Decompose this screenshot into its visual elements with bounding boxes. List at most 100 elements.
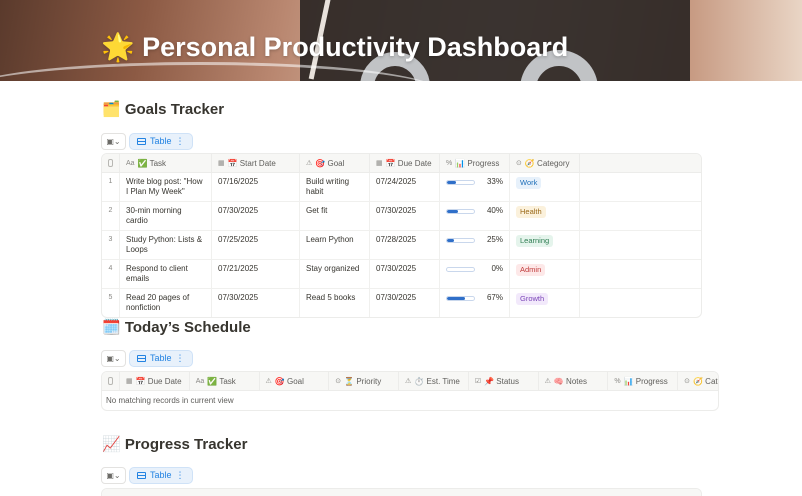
property-type-icon: ⚠ xyxy=(265,378,272,385)
progress-bar xyxy=(446,208,475,214)
goal-cell[interactable]: Learn Python xyxy=(300,231,370,259)
start-date-cell[interactable]: 07/16/2025 xyxy=(212,173,300,201)
progress-bar-fill xyxy=(447,296,465,300)
table-row[interactable]: 4 Respond to client emails 07/21/2025 Stay … xyxy=(102,260,701,289)
property-type-icon: ☑ xyxy=(474,378,482,385)
more-icon: ⋮ xyxy=(175,135,185,146)
column-header[interactable]: % 📊 Progress xyxy=(440,154,510,172)
due-date-cell[interactable]: 07/30/2025 xyxy=(370,202,440,230)
chevron-down-icon: ⌄ xyxy=(113,470,121,480)
task-cell[interactable]: Respond to client emails xyxy=(120,260,212,288)
column-header[interactable]: ⊙🧭 Cate xyxy=(678,372,718,390)
column-label: 🧭 Category xyxy=(524,158,570,168)
goal-cell[interactable]: Stay organized xyxy=(300,260,370,288)
view-switcher-button[interactable]: ▣ ⌄ xyxy=(101,132,126,150)
schedule-view-bar: ▣ ⌄ Table ⋮ xyxy=(101,349,193,367)
task-cell[interactable]: Write blog post: "How I Plan My Week" xyxy=(120,173,212,201)
column-header[interactable]: ▦ 📅 Due Date xyxy=(370,154,440,172)
progress-cell[interactable]: 40% xyxy=(440,202,510,230)
table-row[interactable]: 2 30-min morning cardio 07/30/2025 Get fit 0… xyxy=(102,202,701,231)
column-header[interactable]: ☑ 📌 Status xyxy=(469,372,539,390)
row-filler xyxy=(580,202,701,230)
column-header[interactable]: ▦ 📅 Start Date xyxy=(212,154,300,172)
progress-view-bar: ▣ ⌄ Table ⋮ xyxy=(101,466,193,484)
progress-table-view-tab[interactable]: Table ⋮ xyxy=(129,466,193,484)
progress-cell[interactable]: 25% xyxy=(440,231,510,259)
property-type-icon: ⊙ xyxy=(684,378,690,385)
category-cell[interactable]: Learning xyxy=(510,231,580,259)
goals-view-bar: ▣ ⌄ Table ⋮ xyxy=(101,132,193,150)
category-cell[interactable]: Admin xyxy=(510,260,580,288)
more-icon: ⋮ xyxy=(175,469,185,480)
schedule-table-header: ▦ 📅 Due Date Aa ✅ Task ⚠ 🎯 Goal ⊙ ⏳ Priority ⚠ ⏱️… xyxy=(102,372,718,391)
goal-cell[interactable]: Get fit xyxy=(300,202,370,230)
task-cell[interactable]: Read 20 pages of nonfiction xyxy=(120,289,212,317)
due-date-cell[interactable]: 07/24/2025 xyxy=(370,173,440,201)
progress-table xyxy=(101,488,702,496)
progress-percent: 33% xyxy=(486,177,503,186)
property-type-icon: Aa xyxy=(195,377,205,385)
property-type-icon: ⚠ xyxy=(405,378,412,385)
chevron-down-icon: ⌄ xyxy=(113,136,121,146)
column-label: ⏳ Priority xyxy=(344,376,382,386)
start-date-cell[interactable]: 07/30/2025 xyxy=(212,289,300,317)
table-row[interactable]: 1 Write blog post: "How I Plan My Week" 07… xyxy=(102,173,701,202)
table-row[interactable]: 3 Study Python: Lists & Loops 07/25/2025 Le… xyxy=(102,231,701,260)
progress-cell[interactable]: 33% xyxy=(440,173,510,201)
column-header[interactable]: ⚠ 🧠 Notes xyxy=(539,372,609,390)
goal-cell[interactable]: Build writing habit xyxy=(300,173,370,201)
column-header[interactable]: ⚠ ⏱️ Est. Time xyxy=(399,372,469,390)
category-tag: Growth xyxy=(516,293,549,305)
progress-bar xyxy=(446,179,475,185)
start-date-cell[interactable]: 07/30/2025 xyxy=(212,202,300,230)
table-row[interactable]: 5 Read 20 pages of nonfiction 07/30/2025 Re… xyxy=(102,289,701,317)
task-cell[interactable]: 30-min morning cardio xyxy=(120,202,212,230)
column-label: 📊 Progress xyxy=(623,376,668,386)
header-filler xyxy=(580,154,701,172)
database-icon: ▣ xyxy=(106,470,114,480)
schedule-table-view-tab[interactable]: Table ⋮ xyxy=(129,349,193,367)
progress-percent: 25% xyxy=(486,235,503,244)
column-header[interactable]: ⚠ 🎯 Goal xyxy=(300,154,370,172)
empty-state-text: No matching records in current view xyxy=(106,396,234,405)
column-label: 🧭 Cate xyxy=(692,376,718,386)
start-date-cell[interactable]: 07/21/2025 xyxy=(212,260,300,288)
column-label: 📅 Due Date xyxy=(135,376,182,386)
column-label: 🎯 Goal xyxy=(315,158,345,168)
view-switcher-button[interactable]: ▣ ⌄ xyxy=(101,466,126,484)
column-header[interactable]: ⊙ ⏳ Priority xyxy=(329,372,400,390)
select-all-checkbox[interactable] xyxy=(102,372,120,390)
category-cell[interactable]: Growth xyxy=(510,289,580,317)
schedule-table: ▦ 📅 Due Date Aa ✅ Task ⚠ 🎯 Goal ⊙ ⏳ Priority ⚠ ⏱️… xyxy=(101,371,719,411)
start-date-cell[interactable]: 07/25/2025 xyxy=(212,231,300,259)
column-header[interactable]: Aa ✅ Task xyxy=(190,372,260,390)
progress-percent: 40% xyxy=(486,206,503,215)
due-date-cell[interactable]: 07/28/2025 xyxy=(370,231,440,259)
goals-table-view-tab[interactable]: Table ⋮ xyxy=(129,132,193,150)
column-header[interactable]: % 📊 Progress xyxy=(608,372,679,390)
column-label: 🎯 Goal xyxy=(274,376,304,386)
category-cell[interactable]: Work xyxy=(510,173,580,201)
progress-bar-fill xyxy=(447,180,456,184)
due-date-cell[interactable]: 07/30/2025 xyxy=(370,289,440,317)
progress-cell[interactable]: 67% xyxy=(440,289,510,317)
property-type-icon: ▦ xyxy=(376,160,383,167)
select-all-checkbox[interactable] xyxy=(102,154,120,172)
view-switcher-button[interactable]: ▣ ⌄ xyxy=(101,349,126,367)
category-tag: Work xyxy=(516,177,542,189)
database-icon: ▣ xyxy=(106,136,114,146)
due-date-cell[interactable]: 07/30/2025 xyxy=(370,260,440,288)
progress-cell[interactable]: 0% xyxy=(440,260,510,288)
column-header[interactable]: ▦ 📅 Due Date xyxy=(120,372,190,390)
column-header[interactable]: ⊙ 🧭 Category xyxy=(510,154,580,172)
progress-percent: 67% xyxy=(486,293,503,302)
column-header[interactable]: ⚠ 🎯 Goal xyxy=(260,372,330,390)
task-cell[interactable]: Study Python: Lists & Loops xyxy=(120,231,212,259)
property-type-icon: ⚠ xyxy=(306,160,313,167)
page-title: 🌟 Personal Productivity Dashboard xyxy=(101,32,569,62)
progress-table-header xyxy=(102,489,701,496)
goal-cell[interactable]: Read 5 books xyxy=(300,289,370,317)
column-header[interactable]: Aa ✅ Task xyxy=(120,154,212,172)
progress-bar xyxy=(446,295,475,301)
category-cell[interactable]: Health xyxy=(510,202,580,230)
